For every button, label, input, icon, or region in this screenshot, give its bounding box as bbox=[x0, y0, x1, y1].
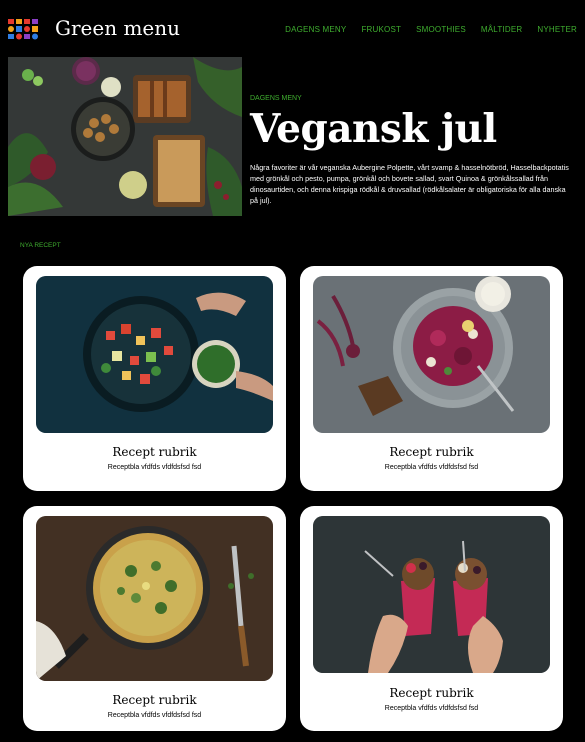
hero-description: Några favoriter är vår veganska Aubergin… bbox=[250, 163, 569, 205]
recipe-card[interactable]: Recept rubrik Receptbla vfdfds vfdfdsfsd… bbox=[300, 506, 563, 731]
recipe-subtitle: Receptbla vfdfds vfdfdsfsd fsd bbox=[384, 464, 479, 471]
recipe-card[interactable]: Recept rubrik Receptbla vfdfds vfdfdsfsd… bbox=[300, 266, 563, 491]
recipe-subtitle: Receptbla vfdfds vfdfdsfsd fsd bbox=[107, 712, 202, 719]
recipe-image[interactable] bbox=[36, 276, 273, 433]
section-label-new-recipes: NYA RECEPT bbox=[20, 242, 61, 249]
recipe-title[interactable]: Recept rubrik bbox=[23, 445, 286, 459]
recipe-title[interactable]: Recept rubrik bbox=[300, 686, 563, 700]
colorful-grid-logo-icon[interactable] bbox=[8, 17, 42, 41]
recipe-card[interactable]: Recept rubrik Receptbla vfdfds vfdfdsfsd… bbox=[23, 266, 286, 491]
recipe-image[interactable] bbox=[313, 276, 550, 433]
main-nav: DAGENS MENY FRUKOST SMOOTHIES MÅLTIDER N… bbox=[285, 25, 577, 34]
nav-frukost[interactable]: FRUKOST bbox=[361, 25, 401, 34]
recipe-subtitle: Receptbla vfdfds vfdfdsfsd fsd bbox=[107, 464, 202, 471]
recipe-image[interactable] bbox=[36, 516, 273, 681]
hero-image[interactable] bbox=[8, 57, 242, 216]
recipe-subtitle: Receptbla vfdfds vfdfdsfsd fsd bbox=[384, 705, 479, 712]
recipe-image[interactable] bbox=[313, 516, 550, 673]
recipe-card[interactable]: Recept rubrik Receptbla vfdfds vfdfdsfsd… bbox=[23, 506, 286, 731]
brand-name[interactable]: Green menu bbox=[55, 16, 180, 40]
hero-title[interactable]: Vegansk jul bbox=[250, 106, 575, 152]
nav-nyheter[interactable]: NYHETER bbox=[537, 25, 577, 34]
recipe-title[interactable]: Recept rubrik bbox=[23, 693, 286, 707]
nav-maltider[interactable]: MÅLTIDER bbox=[481, 25, 522, 34]
recipe-title[interactable]: Recept rubrik bbox=[300, 445, 563, 459]
hero-text: DAGENS MENY Vegansk jul Några favoriter … bbox=[250, 95, 575, 206]
nav-dagens-meny[interactable]: DAGENS MENY bbox=[285, 25, 346, 34]
hero-kicker[interactable]: DAGENS MENY bbox=[250, 95, 575, 102]
nav-smoothies[interactable]: SMOOTHIES bbox=[416, 25, 466, 34]
site-header: Green menu DAGENS MENY FRUKOST SMOOTHIES… bbox=[0, 0, 585, 56]
